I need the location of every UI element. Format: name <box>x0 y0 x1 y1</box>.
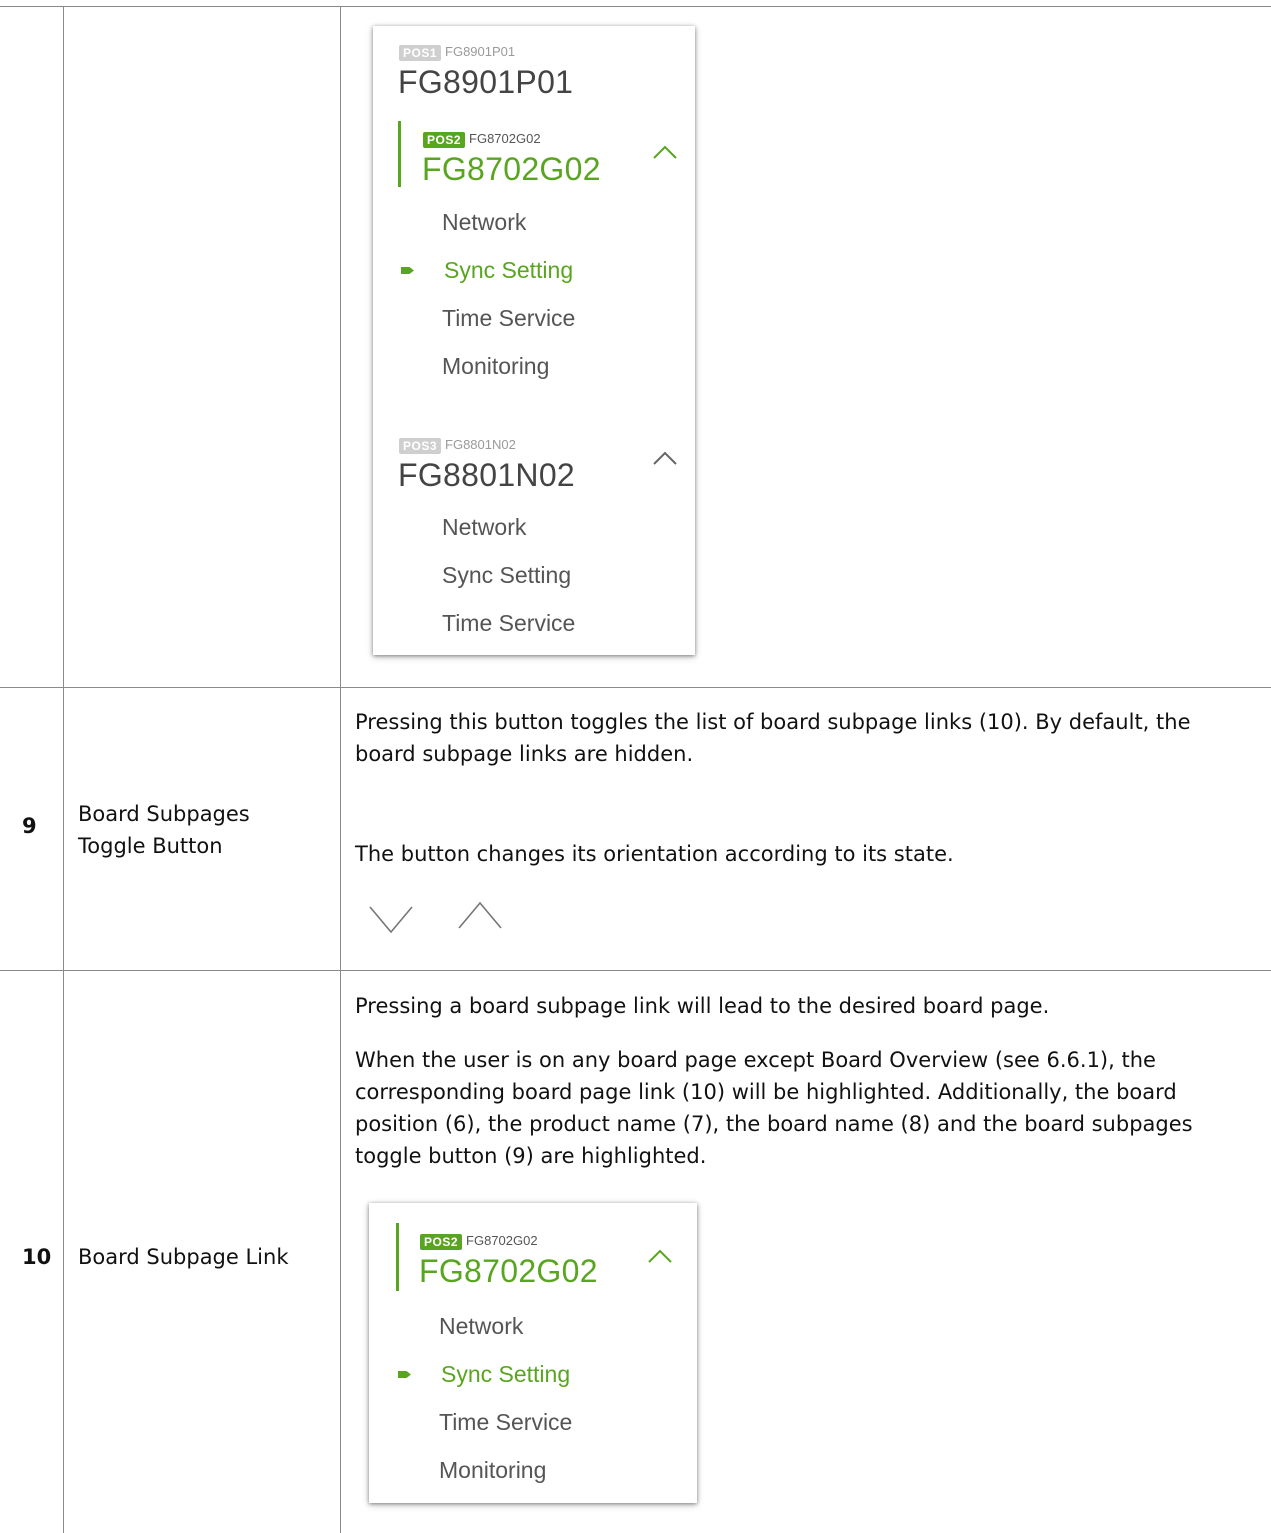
board-subpage-link-sync-setting[interactable]: Sync Setting <box>442 562 571 589</box>
board-subpage-link-monitoring[interactable]: Monitoring <box>442 353 549 380</box>
table-row-divider <box>0 687 1271 688</box>
table-row-divider <box>0 6 1271 7</box>
table-column-divider <box>63 6 64 1533</box>
board-name[interactable]: FG8801N02 <box>398 457 575 494</box>
board-subpage-link-sync-setting[interactable]: Sync Setting <box>441 1361 570 1388</box>
row-description: Pressing this button toggles the list of… <box>355 710 1191 766</box>
board-position-row: POS3 FG8801N02 <box>399 437 516 455</box>
table-row-divider <box>0 970 1271 971</box>
board-position-row: POS2 FG8702G02 <box>423 131 541 149</box>
active-board-indicator <box>396 1223 399 1291</box>
arrow-right-icon <box>398 1371 411 1378</box>
table-column-divider <box>340 6 341 1533</box>
row-label: Board Subpages Toggle Button <box>78 802 250 858</box>
board-list-panel: POS1 FG8901P01 FG8901P01 POS2 FG8702G02 FG… <box>373 26 695 655</box>
product-name: FG8702G02 <box>469 131 541 146</box>
row-number: 9 <box>22 814 37 838</box>
row-number: 10 <box>22 1245 52 1269</box>
board-subpage-link-network[interactable]: Network <box>439 1313 523 1340</box>
chevron-up-icon[interactable] <box>652 144 678 160</box>
board-name[interactable]: FG8901P01 <box>398 64 573 101</box>
board-list-panel-detail: POS2 FG8702G02 FG8702G02 Network Sync Set… <box>369 1203 697 1503</box>
product-name: FG8702G02 <box>466 1233 538 1248</box>
board-subpage-link-time-service[interactable]: Time Service <box>442 305 575 332</box>
document-page: POS1 FG8901P01 FG8901P01 POS2 FG8702G02 FG… <box>0 0 1271 1533</box>
board-name[interactable]: FG8702G02 <box>419 1253 598 1290</box>
board-position-badge: POS2 <box>423 132 466 148</box>
board-subpage-link-network[interactable]: Network <box>442 209 526 236</box>
board-subpage-link-network[interactable]: Network <box>442 514 526 541</box>
arrow-right-icon <box>401 267 414 274</box>
board-name[interactable]: FG8702G02 <box>422 151 601 188</box>
product-name: FG8801N02 <box>445 437 516 452</box>
board-position-row: POS1 FG8901P01 <box>399 44 515 62</box>
row-description: The button changes its orientation accor… <box>355 842 954 866</box>
row-label: Board Subpage Link <box>78 1245 289 1269</box>
board-position-badge: POS1 <box>399 45 442 61</box>
board-position-row: POS2 FG8702G02 <box>420 1233 538 1251</box>
chevron-up-icon[interactable] <box>647 1248 673 1264</box>
board-subpage-link-sync-setting[interactable]: Sync Setting <box>444 257 573 284</box>
board-position-badge: POS3 <box>399 438 442 454</box>
row-description: When the user is on any board page excep… <box>355 1048 1193 1168</box>
chevron-up-icon <box>458 901 502 929</box>
active-board-indicator <box>398 121 401 187</box>
board-position-badge: POS2 <box>420 1234 463 1250</box>
chevron-up-icon[interactable] <box>652 450 678 466</box>
row-description: Pressing a board subpage link will lead … <box>355 994 1050 1018</box>
chevron-down-icon <box>369 906 413 934</box>
product-name: FG8901P01 <box>445 44 516 59</box>
board-subpage-link-monitoring[interactable]: Monitoring <box>439 1457 546 1484</box>
board-subpage-link-time-service[interactable]: Time Service <box>442 610 575 637</box>
board-subpage-link-time-service[interactable]: Time Service <box>439 1409 572 1436</box>
